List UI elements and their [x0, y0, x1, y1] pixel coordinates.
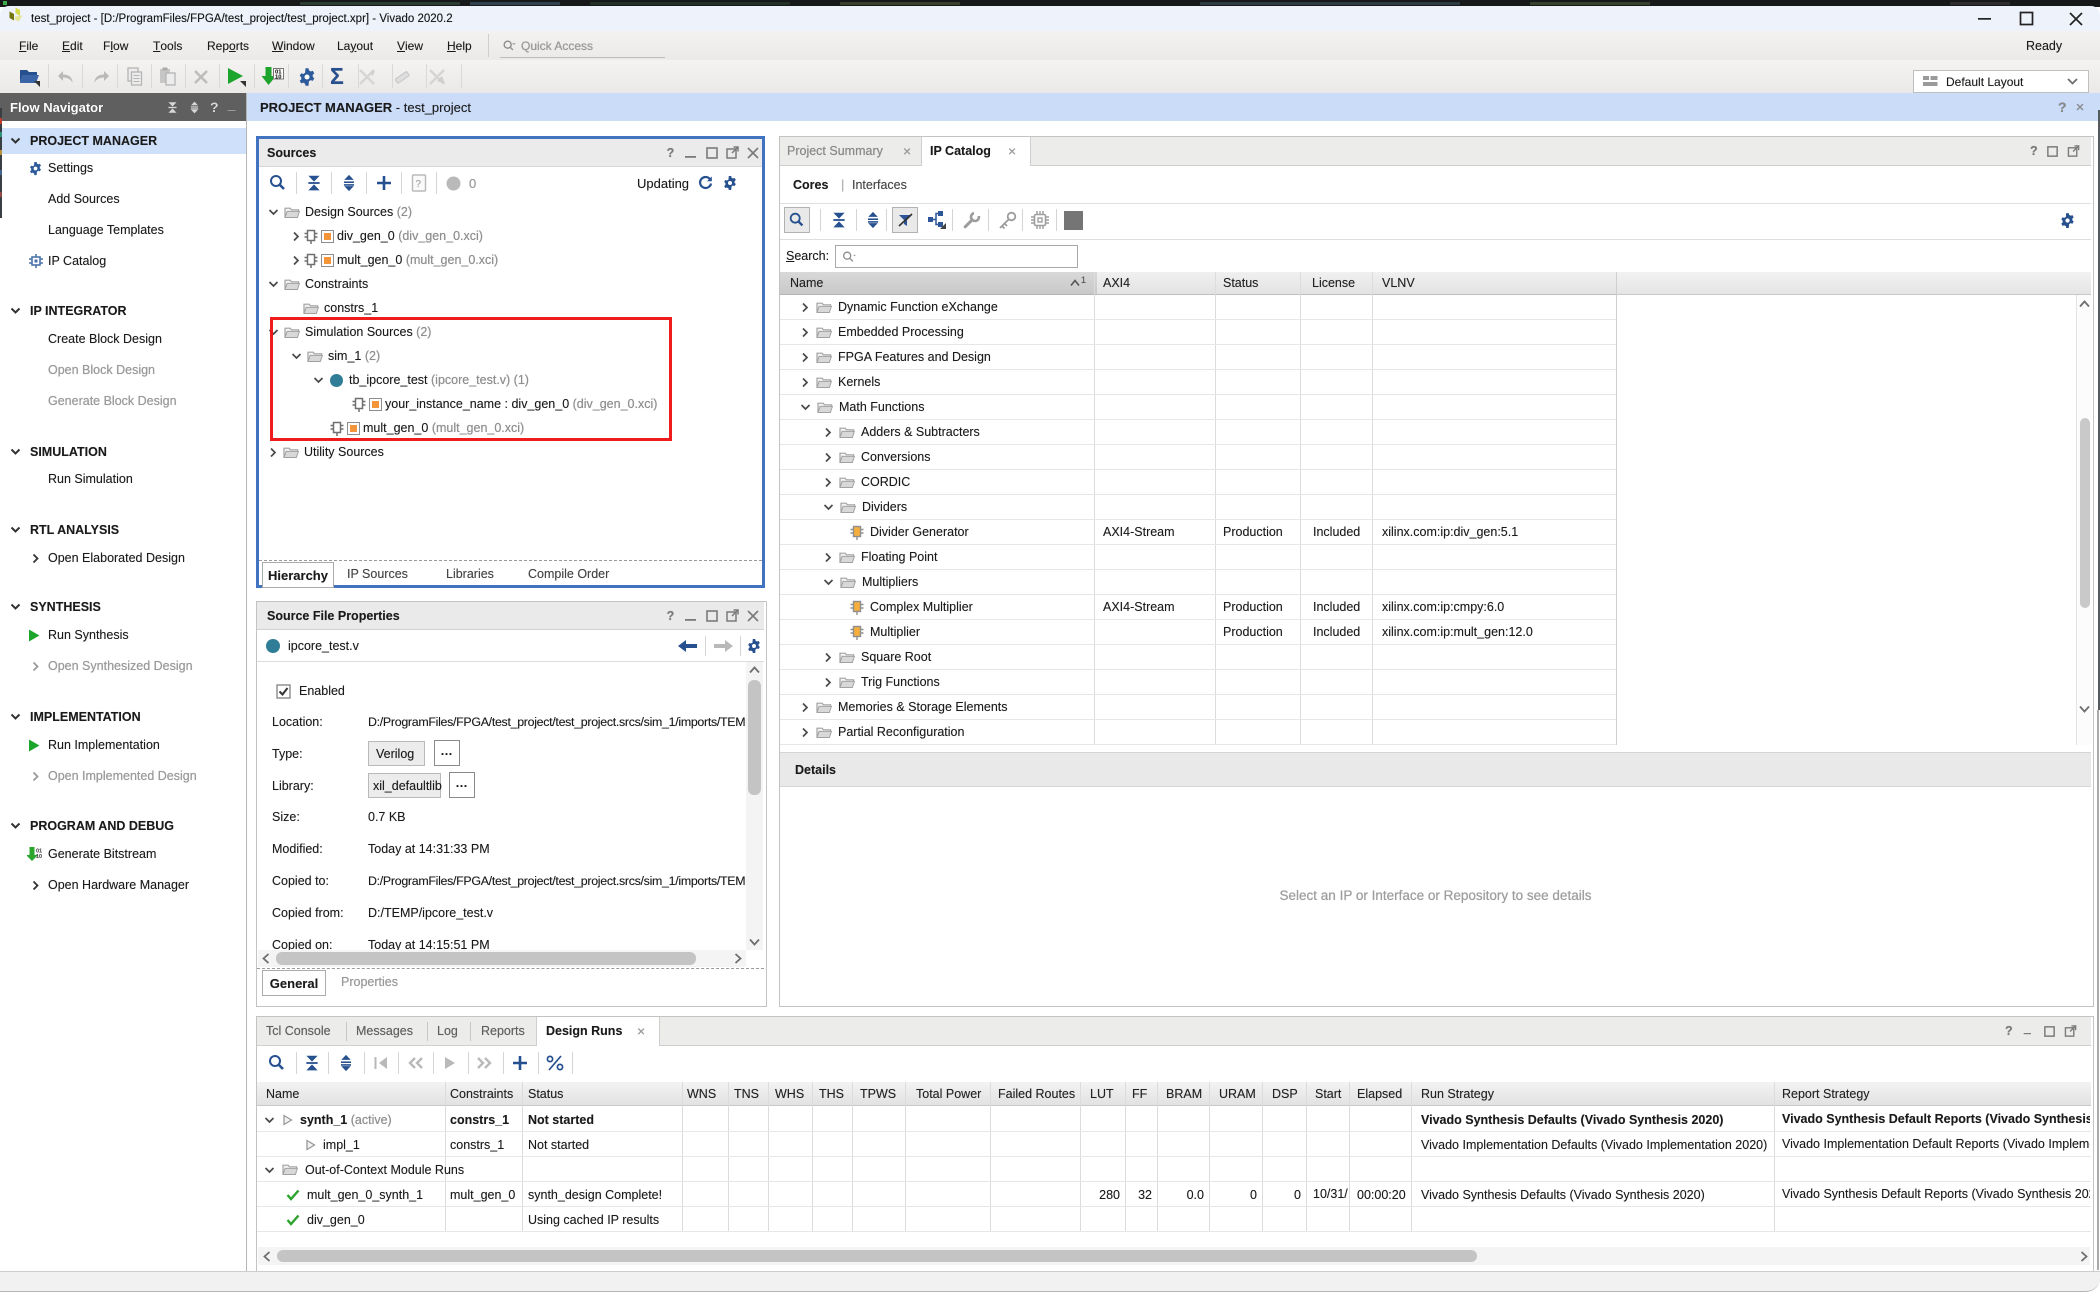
svg-text:10: 10 [36, 854, 42, 860]
svg-text:?: ? [416, 179, 422, 190]
svg-text:10: 10 [275, 74, 281, 80]
